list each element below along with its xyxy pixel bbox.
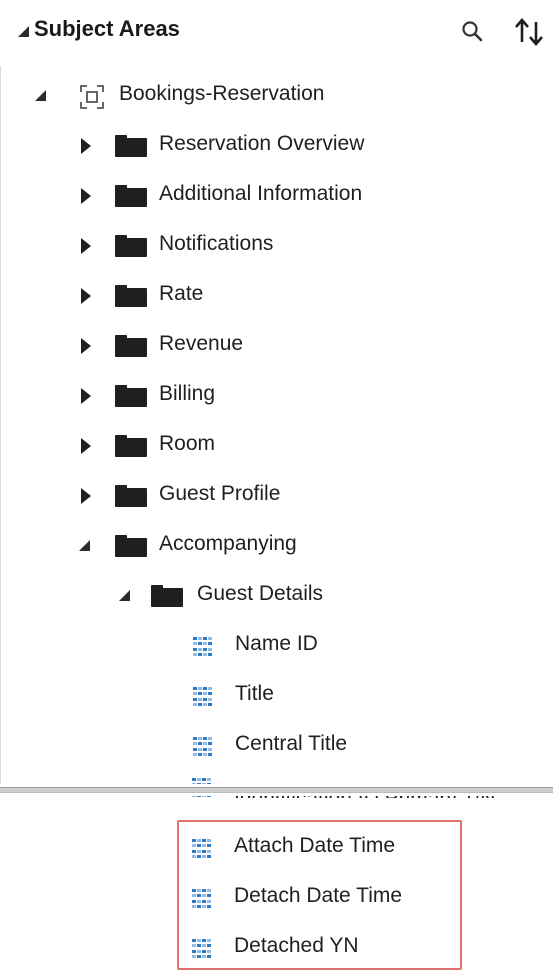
folder-icon [115, 385, 147, 407]
tree-column-title[interactable]: Title [1, 676, 553, 716]
subject-area-icon [79, 84, 105, 110]
tree-column-name-id[interactable]: Name ID [1, 626, 553, 666]
panel-splitter[interactable] [0, 784, 553, 796]
column-label: Name ID [235, 632, 318, 655]
subject-area-tree: Bookings-Reservation Reservation Overvie… [0, 66, 553, 786]
column-icon [193, 637, 213, 657]
tree-column-central-title[interactable]: Central Title [1, 726, 553, 766]
folder-icon [151, 585, 183, 607]
tree-folder-revenue[interactable]: Revenue [1, 326, 553, 366]
folder-label: Additional Information [159, 182, 363, 205]
folder-label: Notifications [159, 232, 274, 255]
folder-label: Revenue [159, 332, 244, 355]
tree-folder-room[interactable]: Room [1, 426, 553, 466]
expand-triangle-icon[interactable] [81, 138, 91, 154]
folder-label: Reservation Overview [159, 132, 365, 155]
expand-triangle-icon[interactable] [81, 188, 91, 204]
tree-folder-billing[interactable]: Billing [1, 376, 553, 416]
collapse-caret-icon[interactable] [18, 26, 29, 37]
folder-icon [115, 185, 147, 207]
folder-label: Room [159, 432, 216, 455]
folder-label: Accompanying [159, 532, 297, 555]
expand-triangle-icon[interactable] [81, 338, 91, 354]
expand-triangle-icon[interactable] [81, 388, 91, 404]
collapse-triangle-icon[interactable] [119, 590, 130, 601]
tree-folder-guest-profile[interactable]: Guest Profile [1, 476, 553, 516]
expand-triangle-icon[interactable] [81, 438, 91, 454]
expand-triangle-icon[interactable] [35, 90, 46, 101]
column-label: Title [235, 682, 274, 705]
expand-triangle-icon[interactable] [81, 488, 91, 504]
column-icon [193, 737, 213, 757]
folder-label: Guest Profile [159, 482, 281, 505]
expand-triangle-icon[interactable] [81, 238, 91, 254]
folder-icon [115, 135, 147, 157]
column-label: Central Title [235, 732, 348, 755]
tree-folder-accompanying[interactable]: Accompanying [1, 526, 553, 566]
tree-folder-additional-information[interactable]: Additional Information [1, 176, 553, 216]
tree-folder-notifications[interactable]: Notifications [1, 226, 553, 266]
tree-node-label: Bookings-Reservation [119, 82, 325, 105]
folder-label: Guest Details [197, 582, 324, 605]
folder-icon [115, 335, 147, 357]
folder-icon [115, 485, 147, 507]
sort-icon[interactable] [512, 16, 546, 48]
folder-icon [115, 235, 147, 257]
expand-triangle-icon[interactable] [81, 288, 91, 304]
tree-node-bookings-reservation[interactable]: Bookings-Reservation [1, 76, 553, 116]
folder-label: Billing [159, 382, 216, 405]
folder-icon [115, 535, 147, 557]
folder-icon [115, 435, 147, 457]
collapse-triangle-icon[interactable] [79, 540, 90, 551]
tree-folder-guest-details[interactable]: Guest Details [1, 576, 553, 616]
tree-folder-rate[interactable]: Rate [1, 276, 553, 316]
tree-folder-reservation-overview[interactable]: Reservation Overview [1, 126, 553, 166]
highlight-box [177, 820, 462, 970]
panel-title: Subject Areas [34, 16, 180, 41]
search-icon[interactable] [460, 19, 488, 47]
column-icon [193, 687, 213, 707]
folder-icon [115, 285, 147, 307]
subject-areas-header: Subject Areas [0, 0, 553, 66]
folder-label: Rate [159, 282, 204, 305]
